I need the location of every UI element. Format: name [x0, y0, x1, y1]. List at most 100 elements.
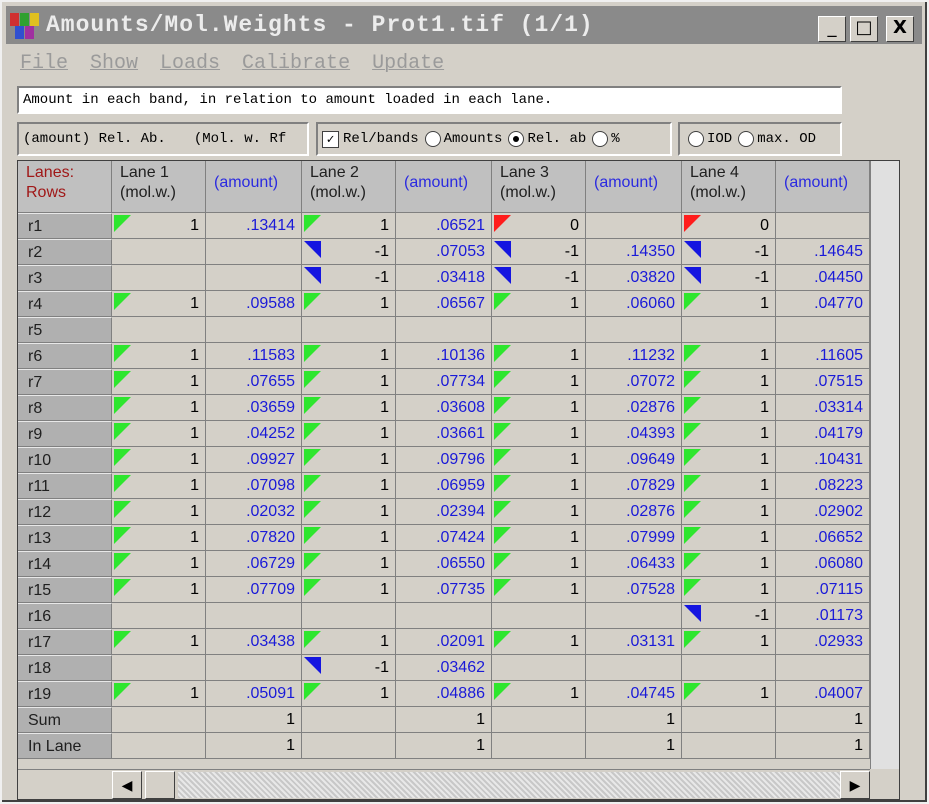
amount-cell[interactable]: 1 [206, 707, 302, 733]
amount-cell[interactable]: 1 [776, 733, 870, 759]
molw-cell[interactable]: 1 [302, 681, 396, 707]
amount-cell[interactable] [586, 317, 682, 343]
amount-cell[interactable]: .14645 [776, 239, 870, 265]
amount-cell[interactable]: .03659 [206, 395, 302, 421]
minimize-button[interactable]: _ [818, 16, 846, 42]
molw-cell[interactable]: 1 [682, 291, 776, 317]
molw-cell[interactable] [302, 317, 396, 343]
amount-cell[interactable]: .06567 [396, 291, 492, 317]
molw-cell[interactable] [302, 707, 396, 733]
amount-cell[interactable]: .10431 [776, 447, 870, 473]
row-header[interactable]: r18 [18, 655, 112, 681]
menu-calibrate[interactable]: Calibrate [242, 52, 350, 80]
molw-cell[interactable] [112, 317, 206, 343]
molw-cell[interactable] [492, 603, 586, 629]
amount-cell[interactable] [586, 213, 682, 239]
molw-cell[interactable]: -1 [302, 655, 396, 681]
amount-cell[interactable]: .02902 [776, 499, 870, 525]
molw-cell[interactable]: 1 [492, 551, 586, 577]
row-header[interactable]: r9 [18, 421, 112, 447]
molw-cell[interactable]: 1 [302, 629, 396, 655]
molw-cell[interactable] [112, 655, 206, 681]
amount-cell[interactable]: .07424 [396, 525, 492, 551]
molw-cell[interactable]: 1 [492, 421, 586, 447]
row-header[interactable]: r3 [18, 265, 112, 291]
amount-cell[interactable]: .07734 [396, 369, 492, 395]
molw-cell[interactable] [492, 317, 586, 343]
molw-cell[interactable]: 1 [302, 395, 396, 421]
molw-cell[interactable]: 1 [682, 525, 776, 551]
molw-cell[interactable]: 1 [492, 525, 586, 551]
molw-cell[interactable]: 1 [302, 343, 396, 369]
molw-cell[interactable]: -1 [492, 265, 586, 291]
amount-cell[interactable]: .06060 [586, 291, 682, 317]
amount-cell[interactable]: .07829 [586, 473, 682, 499]
menu-file[interactable]: File [20, 52, 68, 80]
molw-cell[interactable] [112, 239, 206, 265]
row-header[interactable]: r13 [18, 525, 112, 551]
molw-cell[interactable]: 1 [302, 577, 396, 603]
row-header[interactable]: r10 [18, 447, 112, 473]
molw-cell[interactable]: 1 [302, 499, 396, 525]
molw-cell[interactable]: 1 [682, 395, 776, 421]
row-header[interactable]: r16 [18, 603, 112, 629]
amount-cell[interactable]: .07072 [586, 369, 682, 395]
molw-cell[interactable]: 0 [492, 213, 586, 239]
amount-cell[interactable]: 1 [776, 707, 870, 733]
rel-ab-radio[interactable] [508, 131, 525, 147]
molw-cell[interactable]: 1 [112, 525, 206, 551]
molw-cell[interactable]: 1 [112, 499, 206, 525]
amount-cell[interactable]: .07115 [776, 577, 870, 603]
molw-cell[interactable]: -1 [302, 239, 396, 265]
amount-cell[interactable]: .06729 [206, 551, 302, 577]
molw-cell[interactable]: 1 [682, 577, 776, 603]
molw-cell[interactable] [112, 707, 206, 733]
amount-cell[interactable]: .07515 [776, 369, 870, 395]
amount-cell[interactable]: .09796 [396, 447, 492, 473]
amount-cell[interactable] [586, 603, 682, 629]
row-header[interactable]: r4 [18, 291, 112, 317]
amount-cell[interactable]: .04886 [396, 681, 492, 707]
molw-cell[interactable]: 1 [112, 551, 206, 577]
amount-cell[interactable] [776, 213, 870, 239]
molw-cell[interactable] [682, 655, 776, 681]
molw-cell[interactable] [682, 707, 776, 733]
row-header[interactable]: Sum [18, 707, 112, 733]
rel-bands-checkbox[interactable]: ✓ [322, 130, 339, 148]
title-bar[interactable]: Amounts/Mol.Weights - Prot1.tif (1/1) _ … [6, 6, 922, 44]
vertical-scrollbar[interactable] [870, 161, 899, 769]
amount-cell[interactable]: .05091 [206, 681, 302, 707]
amount-cell[interactable]: .03314 [776, 395, 870, 421]
molw-cell[interactable]: 1 [112, 343, 206, 369]
molw-cell[interactable]: 1 [682, 473, 776, 499]
amount-cell[interactable]: .03608 [396, 395, 492, 421]
amount-cell[interactable] [206, 239, 302, 265]
amount-cell[interactable]: 1 [586, 707, 682, 733]
molw-cell[interactable]: 1 [682, 343, 776, 369]
molw-cell[interactable]: 1 [492, 291, 586, 317]
amount-cell[interactable]: .02933 [776, 629, 870, 655]
amount-cell[interactable]: .04450 [776, 265, 870, 291]
row-header[interactable]: r12 [18, 499, 112, 525]
molw-cell[interactable] [112, 733, 206, 759]
amount-cell[interactable]: .07709 [206, 577, 302, 603]
amount-cell[interactable] [206, 603, 302, 629]
amount-cell[interactable]: .07655 [206, 369, 302, 395]
molw-cell[interactable]: 1 [302, 291, 396, 317]
amount-cell[interactable] [206, 317, 302, 343]
row-header[interactable]: r5 [18, 317, 112, 343]
amount-cell[interactable]: 1 [396, 733, 492, 759]
scroll-right-button[interactable]: ▶ [840, 771, 870, 799]
row-header[interactable]: r1 [18, 213, 112, 239]
amount-cell[interactable]: .09588 [206, 291, 302, 317]
row-header[interactable]: r14 [18, 551, 112, 577]
molw-cell[interactable]: 1 [112, 629, 206, 655]
maximize-button[interactable]: □ [850, 16, 878, 42]
amount-cell[interactable]: .06959 [396, 473, 492, 499]
amount-cell[interactable]: .06550 [396, 551, 492, 577]
amount-cell[interactable]: .06433 [586, 551, 682, 577]
amount-cell[interactable]: .04770 [776, 291, 870, 317]
amount-cell[interactable]: .13414 [206, 213, 302, 239]
row-header[interactable]: r2 [18, 239, 112, 265]
molw-cell[interactable]: 1 [492, 369, 586, 395]
